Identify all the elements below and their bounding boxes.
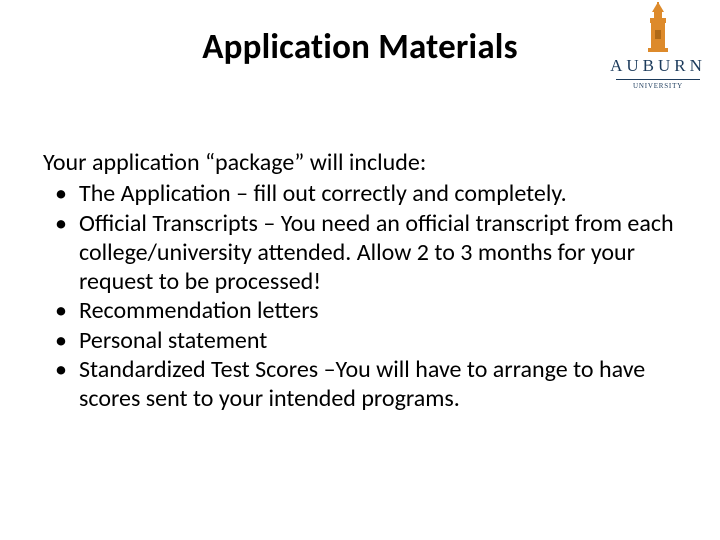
list-item: Official Transcripts – You need an offic… (43, 209, 683, 297)
list-item: Personal statement (43, 326, 683, 355)
list-item: Recommendation letters (43, 296, 683, 325)
bullet-list: The Application – fill out correctly and… (43, 179, 683, 413)
logo-subword: UNIVERSITY (616, 79, 700, 90)
list-item-text: Recommendation letters (79, 296, 319, 325)
intro-text: Your application “package” will include: (43, 148, 683, 177)
list-item: The Application – fill out correctly and… (43, 179, 683, 208)
university-logo: AUBURN UNIVERSITY (610, 2, 706, 90)
slide: Application Materials AUBURN UNIVERSITY (0, 0, 720, 540)
list-item-text: Personal statement (79, 326, 267, 355)
list-item: Standardized Test Scores –You will have … (43, 355, 683, 414)
list-item-text: Official Transcripts – You need an offic… (79, 209, 674, 297)
list-item-text: The Application – fill out correctly and… (79, 179, 567, 208)
tower-icon (610, 2, 706, 54)
logo-wordmark: AUBURN (610, 56, 706, 76)
slide-body: Your application “package” will include:… (43, 148, 683, 413)
list-item-text: Standardized Test Scores –You will have … (79, 355, 645, 413)
